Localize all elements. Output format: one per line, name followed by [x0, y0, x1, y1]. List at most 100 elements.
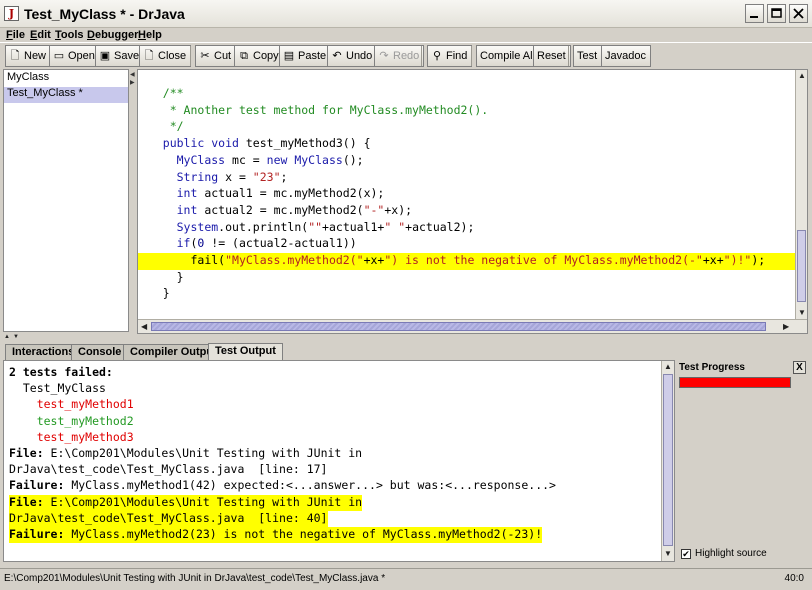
- menu-debugger[interactable]: Debugger: [87, 29, 138, 41]
- open-folder-icon: ▭: [53, 50, 65, 62]
- scroll-down-icon[interactable]: ▼: [798, 308, 806, 317]
- find-button[interactable]: ⚲ Find: [427, 45, 473, 67]
- menu-help[interactable]: Help: [138, 29, 162, 41]
- code-line: String x = "23";: [176, 169, 288, 184]
- code-line: public void test_myMethod3() {: [162, 136, 371, 151]
- cut-button[interactable]: ✂ Cut: [195, 45, 237, 67]
- document-list: MyClass Test_MyClass *: [3, 69, 129, 332]
- test-output-pane[interactable]: 2 tests failed: Test_MyClass test_myMeth…: [3, 360, 675, 562]
- paste-label: Paste: [298, 50, 327, 62]
- save-label: Save: [114, 50, 140, 62]
- code-line: MyClass mc = new MyClass();: [176, 152, 364, 167]
- expand-down-icon[interactable]: ▼: [13, 334, 19, 340]
- scroll-up-icon[interactable]: ▲: [664, 362, 672, 371]
- reset-button[interactable]: Reset: [533, 45, 571, 67]
- undo-label: Undo: [346, 50, 373, 62]
- scissors-icon: ✂: [200, 50, 210, 62]
- collapse-left-icon[interactable]: ◀: [130, 71, 135, 78]
- output-line: Failure: MyClass.myMethod1(42) expected:…: [9, 478, 556, 493]
- menu-bar: File Edit Tools Debugger Help: [0, 28, 812, 42]
- status-bar: E:\Comp201\Modules\Unit Testing with JUn…: [0, 568, 812, 590]
- menu-edit[interactable]: Edit: [30, 29, 51, 41]
- drjava-app-icon: J: [4, 6, 19, 21]
- paste-button[interactable]: ▤ Paste: [279, 45, 332, 67]
- toolbar-separator: [471, 46, 472, 66]
- scroll-left-icon[interactable]: ◀: [141, 322, 147, 331]
- close-test-panel-button[interactable]: X: [793, 361, 806, 374]
- highlight-source-label: Highlight source: [695, 548, 767, 559]
- copy-button[interactable]: ⧉ Copy: [234, 45, 284, 67]
- toolbar-separator: [568, 46, 569, 66]
- binoculars-icon: ⚲: [432, 50, 442, 62]
- minimize-icon: [750, 16, 758, 18]
- redo-icon: ↷: [379, 50, 389, 62]
- new-button[interactable]: 🗋 New: [5, 45, 52, 67]
- save-disk-icon: ▣: [99, 50, 111, 62]
- code-line: }: [176, 269, 184, 284]
- javadoc-button[interactable]: Javadoc: [601, 45, 651, 67]
- output-line: test_myMethod3: [9, 429, 134, 444]
- new-file-icon: 🗋: [10, 50, 20, 62]
- cursor-position: 40:0: [784, 573, 804, 584]
- vertical-splitter[interactable]: ◀ ▶: [129, 69, 136, 332]
- output-line: Test_MyClass: [9, 381, 106, 396]
- expand-right-icon[interactable]: ▶: [130, 79, 135, 86]
- maximize-button[interactable]: [767, 4, 786, 23]
- toolbar: 🗋 New ▭ Open ▣ Save 🗋 Close ✂ Cut ⧉ Copy ▤ Past…: [0, 42, 812, 68]
- tab-test-output[interactable]: Test Output: [208, 343, 283, 360]
- tab-console[interactable]: Console: [71, 344, 129, 360]
- editor-vscroll-thumb[interactable]: [797, 230, 806, 302]
- code-line: int actual1 = mc.myMethod2(x);: [176, 186, 385, 201]
- highlighted-output-line: Failure: MyClass.myMethod2(23) is not th…: [9, 527, 543, 543]
- output-vscroll-thumb[interactable]: [663, 374, 673, 546]
- document-item-test-myclass[interactable]: Test_MyClass *: [4, 87, 128, 103]
- scroll-right-icon[interactable]: ▶: [783, 322, 789, 331]
- javadoc-label: Javadoc: [605, 50, 646, 62]
- output-line: 2 tests failed:: [9, 365, 113, 379]
- editor-vertical-scrollbar[interactable]: ▲ ▼: [795, 70, 807, 319]
- toolbar-separator: [190, 46, 191, 66]
- copy-label: Copy: [253, 50, 279, 62]
- output-vertical-scrollbar[interactable]: ▲ ▼: [661, 361, 674, 561]
- redo-button[interactable]: ↷ Redo: [374, 45, 425, 67]
- output-line: DrJava\test_code\Test_MyClass.java [line…: [9, 462, 328, 477]
- document-item-myclass[interactable]: MyClass: [4, 71, 128, 87]
- open-button[interactable]: ▭ Open: [49, 45, 100, 67]
- test-button[interactable]: Test: [573, 45, 603, 67]
- close-button[interactable]: 🗋 Close: [139, 45, 192, 67]
- close-icon: [793, 8, 804, 19]
- editor-horizontal-scrollbar[interactable]: ◀ ▶: [138, 319, 807, 333]
- highlight-source-option[interactable]: ✔ Highlight source: [681, 548, 767, 559]
- tab-interactions[interactable]: Interactions: [5, 344, 82, 360]
- code-line: }: [162, 286, 170, 301]
- code-line: if(0 != (actual2-actual1)): [176, 236, 357, 251]
- close-window-button[interactable]: [789, 4, 808, 23]
- save-button[interactable]: ▣ Save: [95, 45, 145, 67]
- output-line: test_myMethod1: [9, 397, 134, 412]
- horizontal-splitter[interactable]: ▲ ▼: [0, 334, 812, 342]
- editor-hscroll-thumb[interactable]: [151, 322, 766, 331]
- undo-button[interactable]: ↶ Undo: [327, 45, 378, 67]
- highlight-source-checkbox[interactable]: ✔: [681, 548, 691, 559]
- code-editor[interactable]: /** * Another test method for MyClass.my…: [137, 69, 808, 334]
- code-line: System.out.println(""+actual1+" "+actual…: [176, 219, 475, 234]
- menu-file[interactable]: File: [6, 29, 25, 41]
- scroll-up-icon[interactable]: ▲: [798, 71, 806, 80]
- minimize-button[interactable]: [745, 4, 764, 23]
- window-title: Test_MyClass * - DrJava: [24, 6, 185, 22]
- undo-icon: ↶: [332, 50, 342, 62]
- close-file-icon: 🗋: [144, 50, 154, 62]
- compile-all-button[interactable]: Compile All: [476, 45, 541, 67]
- cut-label: Cut: [214, 50, 232, 62]
- code-line: */: [169, 119, 184, 134]
- test-progress-fill: [680, 378, 790, 387]
- collapse-up-icon[interactable]: ▲: [4, 334, 10, 340]
- code-line: int actual2 = mc.myMethod2("-"+x);: [176, 202, 413, 217]
- output-line: File: E:\Comp201\Modules\Unit Testing wi…: [9, 446, 363, 460]
- test-progress-bar: [679, 377, 791, 388]
- new-label: New: [24, 50, 47, 62]
- menu-tools[interactable]: Tools: [55, 29, 84, 41]
- scroll-down-icon[interactable]: ▼: [664, 549, 672, 558]
- highlighted-output-line: DrJava\test_code\Test_MyClass.java [line…: [9, 510, 328, 527]
- test-progress-title: Test Progress: [679, 362, 745, 373]
